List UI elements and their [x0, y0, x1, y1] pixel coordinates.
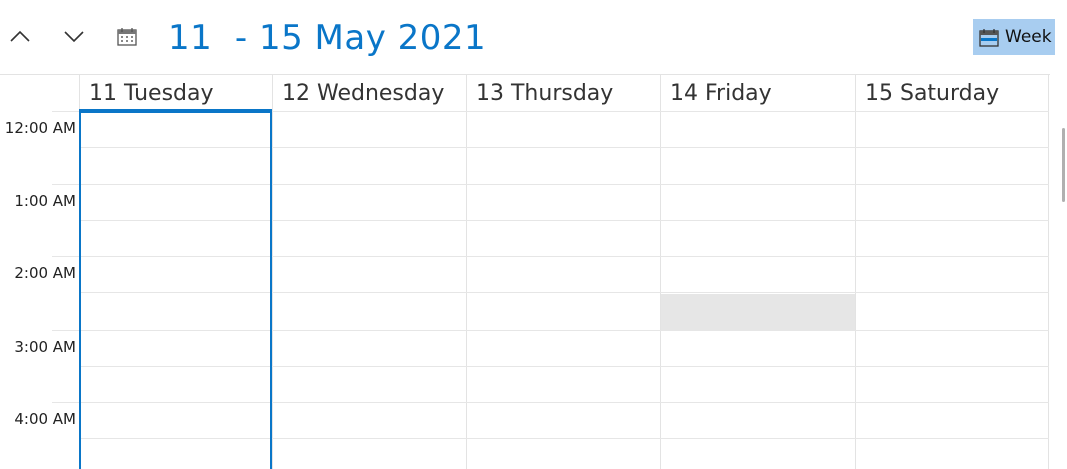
previous-week-button[interactable] [4, 20, 36, 52]
day-header-tuesday[interactable]: 11 Tuesday [79, 75, 273, 112]
day-header-friday[interactable]: 14 Friday [660, 75, 854, 112]
date-range-title[interactable]: 11 - 15 May 2021 [168, 14, 486, 62]
view-label: Week [1005, 27, 1052, 47]
chevron-down-icon [64, 31, 84, 43]
selected-day-column[interactable] [79, 111, 272, 469]
vertical-scrollbar[interactable] [1062, 128, 1065, 202]
calendar-toolbar: 11 - 15 May 2021 Week [0, 0, 1067, 74]
column-divider [272, 111, 273, 469]
today-button[interactable] [111, 20, 143, 52]
calendar-icon [117, 27, 137, 46]
chevron-up-icon [10, 30, 30, 42]
time-label-1am: 1:00 AM [14, 192, 76, 210]
week-view-button[interactable]: Week [973, 19, 1055, 55]
header-divider [1048, 75, 1049, 112]
column-divider [660, 111, 661, 469]
day-header-row: 11 Tuesday 12 Wednesday 13 Thursday 14 F… [0, 74, 1050, 112]
next-week-button[interactable] [58, 20, 90, 52]
time-label-2am: 2:00 AM [14, 264, 76, 282]
column-divider [855, 111, 856, 469]
time-label-3am: 3:00 AM [14, 338, 76, 356]
column-divider [466, 111, 467, 469]
busy-time-slot[interactable] [661, 294, 855, 330]
day-header-wednesday[interactable]: 12 Wednesday [272, 75, 466, 112]
time-label-12am: 12:00 AM [4, 119, 76, 137]
column-divider [1048, 111, 1049, 469]
time-label-4am: 4:00 AM [14, 410, 76, 428]
week-calendar-icon [979, 28, 999, 47]
day-header-thursday[interactable]: 13 Thursday [466, 75, 660, 112]
day-header-saturday[interactable]: 15 Saturday [855, 75, 1049, 112]
